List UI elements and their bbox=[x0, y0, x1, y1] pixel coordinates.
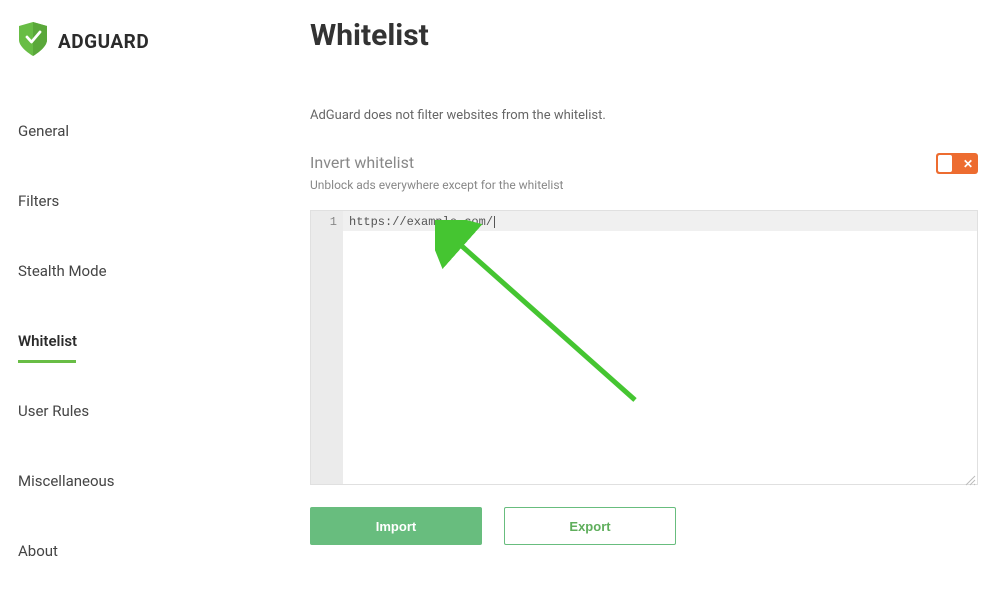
sidebar-item-user-rules[interactable]: User Rules bbox=[18, 395, 89, 427]
invert-whitelist-toggle[interactable]: ✕ bbox=[936, 153, 978, 174]
sidebar-item-general[interactable]: General bbox=[18, 115, 69, 147]
invert-whitelist-title: Invert whitelist bbox=[310, 153, 563, 172]
invert-whitelist-option: Invert whitelist Unblock ads everywhere … bbox=[310, 153, 978, 192]
brand-logo: ADGUARD bbox=[18, 22, 260, 60]
text-cursor bbox=[494, 216, 495, 228]
page-title: Whitelist bbox=[310, 18, 978, 53]
sidebar-item-stealth-mode[interactable]: Stealth Mode bbox=[18, 255, 107, 287]
export-button[interactable]: Export bbox=[504, 507, 676, 545]
sidebar-item-filters[interactable]: Filters bbox=[18, 185, 59, 217]
invert-whitelist-description: Unblock ads everywhere except for the wh… bbox=[310, 178, 563, 192]
shield-check-icon bbox=[18, 22, 48, 60]
editor-gutter: 1 bbox=[311, 211, 343, 484]
sidebar-item-whitelist[interactable]: Whitelist bbox=[18, 325, 77, 357]
brand-name: ADGUARD bbox=[58, 30, 149, 53]
import-button[interactable]: Import bbox=[310, 507, 482, 545]
page-description: AdGuard does not filter websites from th… bbox=[310, 108, 978, 123]
line-number: 1 bbox=[311, 215, 337, 229]
close-icon: ✕ bbox=[963, 158, 973, 170]
sidebar-item-about[interactable]: About bbox=[18, 535, 58, 567]
resize-handle-icon[interactable] bbox=[964, 471, 976, 483]
whitelist-editor[interactable]: 1 https://example.com/ bbox=[310, 210, 978, 485]
editor-content[interactable]: https://example.com/ bbox=[343, 211, 977, 484]
editor-line: https://example.com/ bbox=[349, 215, 493, 229]
sidebar-item-miscellaneous[interactable]: Miscellaneous bbox=[18, 465, 115, 497]
